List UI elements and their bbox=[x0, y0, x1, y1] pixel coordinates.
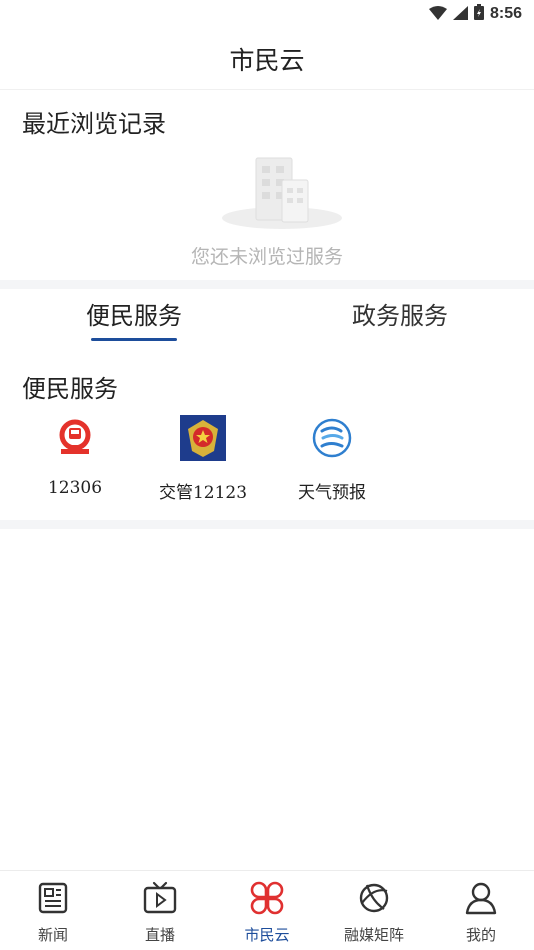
clover-icon bbox=[250, 881, 284, 915]
section-divider bbox=[0, 520, 534, 529]
nav-label: 我的 bbox=[465, 926, 496, 944]
nav-item-mine[interactable]: 我的 bbox=[441, 881, 521, 949]
cellular-signal-icon bbox=[452, 5, 468, 24]
nav-label: 融媒矩阵 bbox=[343, 926, 404, 944]
civic-services-section: 便民服务 12306 交管12123 天气预报 bbox=[0, 345, 534, 520]
nav-item-news[interactable]: 新闻 bbox=[13, 881, 93, 949]
recent-heading: 最近浏览记录 bbox=[22, 110, 166, 138]
service-label: 12306 bbox=[47, 478, 103, 498]
weather-icon bbox=[309, 415, 355, 461]
services-heading: 便民服务 bbox=[22, 375, 118, 403]
service-12306[interactable]: 12306 bbox=[10, 415, 140, 505]
status-bar: 8:56 bbox=[0, 0, 534, 28]
orbit-icon bbox=[357, 881, 391, 915]
nav-label: 直播 bbox=[144, 926, 175, 944]
nav-item-citizen-cloud[interactable]: 市民云 bbox=[227, 881, 307, 949]
empty-state-text: 您还未浏览过服务 bbox=[190, 246, 343, 268]
status-time: 8:56 bbox=[489, 5, 522, 22]
nav-label: 市民云 bbox=[244, 926, 290, 944]
active-tab-indicator bbox=[91, 338, 177, 341]
wifi-icon bbox=[428, 5, 447, 24]
user-icon bbox=[464, 881, 498, 915]
nav-item-live[interactable]: 直播 bbox=[120, 881, 200, 949]
battery-icon bbox=[473, 4, 484, 24]
service-traffic-12123[interactable]: 交管12123 bbox=[138, 415, 268, 505]
railway-icon bbox=[52, 415, 98, 461]
section-divider bbox=[0, 280, 534, 289]
service-weather-forecast[interactable]: 天气预报 bbox=[267, 415, 397, 505]
service-label: 天气预报 bbox=[298, 483, 366, 503]
service-tabs: 便民服务 政务服务 bbox=[0, 290, 534, 345]
police-emblem-icon bbox=[180, 415, 226, 461]
newspaper-icon bbox=[36, 881, 70, 915]
tab-civic-services[interactable]: 便民服务 bbox=[86, 296, 182, 331]
nav-item-media-matrix[interactable]: 融媒矩阵 bbox=[334, 881, 414, 949]
tv-play-icon bbox=[143, 881, 177, 915]
bottom-navigation: 新闻 直播 市民云 融媒矩阵 我的 bbox=[0, 870, 534, 950]
recent-browsing-section: 最近浏览记录 您还未浏览过服务 bbox=[0, 90, 534, 280]
tab-government-services[interactable]: 政务服务 bbox=[352, 296, 448, 331]
service-label: 交管12123 bbox=[158, 483, 248, 503]
empty-buildings-icon bbox=[220, 152, 344, 232]
nav-label: 新闻 bbox=[37, 926, 68, 944]
app-header: 市民云 bbox=[0, 28, 534, 90]
page-title: 市民云 bbox=[229, 45, 305, 75]
